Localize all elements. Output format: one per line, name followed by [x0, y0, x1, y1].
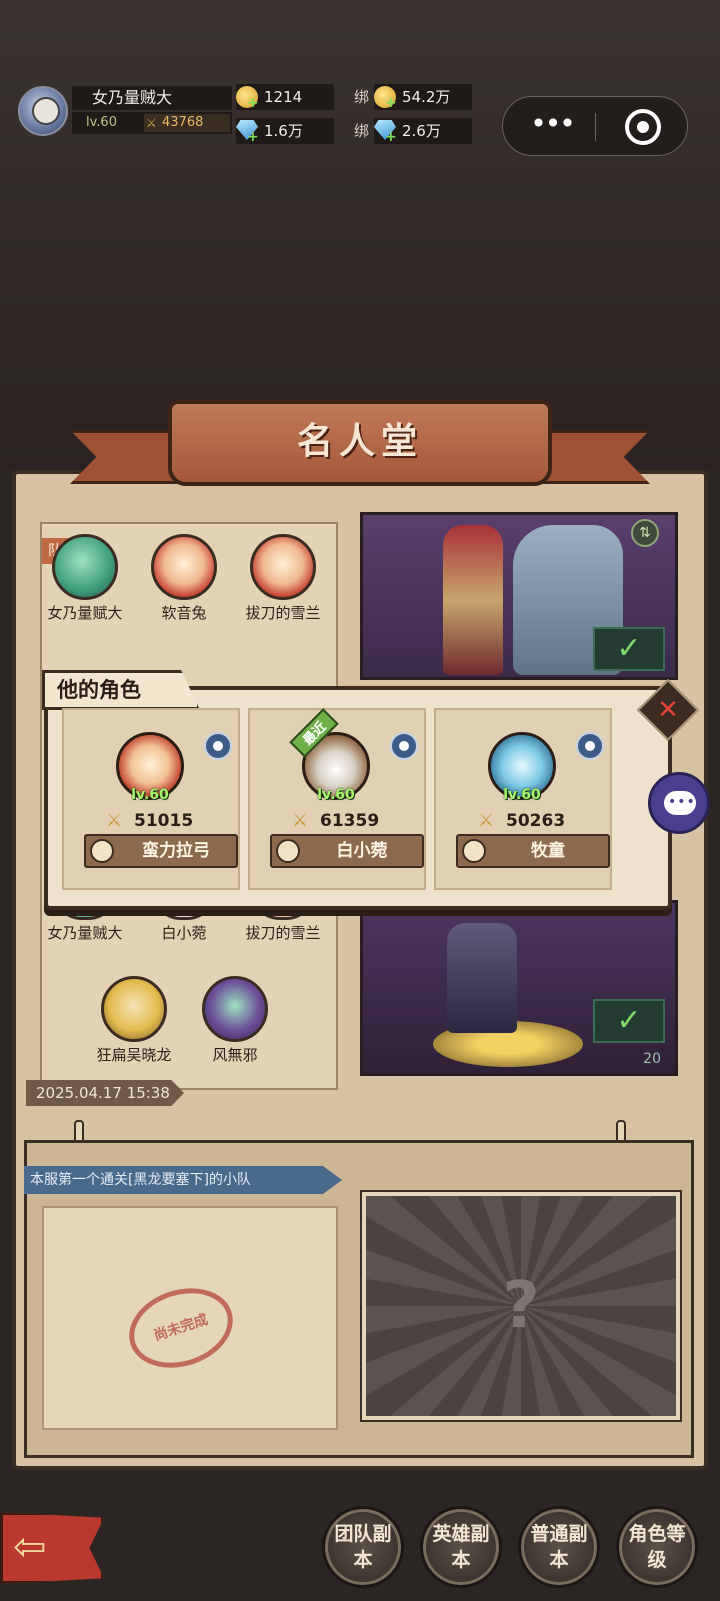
player-stats: lv.60 43768 [72, 112, 232, 134]
member-name: 拔刀的雪兰 [245, 604, 321, 622]
plus-icon: + [385, 129, 397, 145]
hall-title-banner: 名人堂 [168, 400, 552, 486]
second-team-scene[interactable]: ✓ 20 [360, 900, 678, 1076]
close-miniprogram-icon[interactable] [625, 109, 661, 145]
view-eye-icon[interactable] [204, 732, 232, 760]
view-eye-icon[interactable] [576, 732, 604, 760]
character-card[interactable]: 最近 lv.60 61359 白小菀 [248, 708, 426, 890]
class-name: 牧童 [531, 841, 565, 861]
bind-label: 绑 [354, 122, 370, 140]
player-level: lv.60 [86, 115, 117, 130]
miniprogram-capsule: ••• [502, 96, 688, 156]
team-dungeon-button[interactable]: 团队副本 [322, 1506, 404, 1588]
member-avatar [101, 976, 167, 1042]
nav-label: 英雄副本 [432, 1523, 490, 1571]
character-class: 白小菀 [270, 834, 424, 868]
character-level-button[interactable]: 角色等级 [616, 1506, 698, 1588]
nav-label: 团队副本 [334, 1523, 392, 1571]
character-class: 牧童 [456, 834, 610, 868]
character-class: 蛮力拉弓 [84, 834, 238, 868]
team-member[interactable]: 风無邪 [185, 976, 285, 1066]
character-card[interactable]: lv.60 50263 牧童 [434, 708, 612, 890]
record-date: 2025.04.17 15:38 [26, 1080, 184, 1106]
class-icon [462, 839, 486, 863]
member-name: 女乃量赋大 [47, 604, 123, 622]
character-level: lv.60 [503, 787, 541, 803]
player-info[interactable]: 女乃量贼大 lv.60 43768 [18, 86, 232, 136]
class-icon [276, 839, 300, 863]
team-member[interactable]: 狂扁吴晓龙 [84, 976, 184, 1066]
back-arrow-icon: ⇦ [13, 1524, 47, 1570]
member-name: 软音兔 [161, 604, 207, 622]
member-name: 女乃量贼大 [47, 924, 123, 942]
unknown-scene: ? [362, 1192, 680, 1420]
chat-button[interactable] [648, 772, 710, 834]
character-level: lv.60 [317, 787, 355, 803]
check-icon: ✓ [593, 999, 665, 1043]
bound-diamond-resource[interactable]: + 2.6万 [374, 118, 472, 144]
warrior-figure [447, 923, 517, 1033]
player-avatar[interactable] [18, 86, 68, 136]
character-power: 50263 [476, 810, 586, 832]
member-name: 白小菀 [161, 924, 207, 942]
plus-icon: + [247, 95, 259, 111]
normal-dungeon-button[interactable]: 普通副本 [518, 1506, 600, 1588]
nav-label: 普通副本 [530, 1523, 588, 1571]
hero-dungeon-button[interactable]: 英雄副本 [420, 1506, 502, 1588]
member-avatar [151, 534, 217, 600]
member-avatar [250, 534, 316, 600]
bound-diamond-amount: 2.6万 [402, 122, 441, 140]
check-icon: ✓ [593, 627, 665, 671]
bound-gold-resource[interactable]: + 54.2万 [374, 84, 472, 110]
member-name: 狂扁吴晓龙 [96, 1046, 172, 1064]
character-power: 61359 [290, 810, 400, 832]
diamond-resource[interactable]: + 1.6万 [236, 118, 334, 144]
more-options-icon[interactable]: ••• [527, 110, 577, 143]
page-title: 名人堂 [296, 421, 423, 462]
bind-label: 绑 [354, 88, 370, 106]
class-icon [90, 839, 114, 863]
team-member[interactable]: 女乃量赋大 [35, 534, 135, 624]
character-card[interactable]: lv.60 51015 蛮力拉弓 [62, 708, 240, 890]
swap-icon[interactable]: ⇅ [631, 519, 659, 547]
character-level: lv.60 [131, 787, 169, 803]
bound-gold-amount: 54.2万 [402, 88, 451, 106]
class-name: 蛮力拉弓 [142, 841, 210, 861]
member-name: 拔刀的雪兰 [245, 924, 321, 942]
class-name: 白小菀 [336, 841, 388, 861]
character-power: 51015 [104, 810, 214, 832]
plus-icon: + [385, 95, 397, 111]
question-mark-icon: ? [502, 1269, 540, 1343]
chat-bubble-icon [664, 791, 696, 815]
popup-title: 他的角色 [42, 670, 200, 710]
scene-count: 20 [643, 1051, 661, 1067]
diamond-amount: 1.6万 [264, 122, 303, 140]
member-avatar [202, 976, 268, 1042]
gold-amount: 1214 [264, 88, 303, 106]
plus-icon: + [247, 129, 259, 145]
first-team-scene[interactable]: ⇅ ✓ [360, 512, 678, 680]
team-member[interactable]: 拔刀的雪兰 [233, 534, 333, 624]
nav-label: 角色等级 [628, 1523, 686, 1571]
record-caption: 本服第一个通关[黑龙要塞下]的小队 [24, 1166, 342, 1194]
member-name: 风無邪 [212, 1046, 258, 1064]
close-icon: ✕ [657, 695, 679, 725]
player-name: 女乃量贼大 [72, 86, 232, 110]
view-eye-icon[interactable] [390, 732, 418, 760]
player-power: 43768 [144, 114, 230, 132]
knight-figure [443, 525, 503, 675]
member-avatar [52, 534, 118, 600]
capsule-divider [595, 113, 596, 141]
back-button[interactable]: ⇦ [0, 1512, 104, 1584]
team-member[interactable]: 软音兔 [134, 534, 234, 624]
gold-resource[interactable]: + 1214 [236, 84, 334, 110]
